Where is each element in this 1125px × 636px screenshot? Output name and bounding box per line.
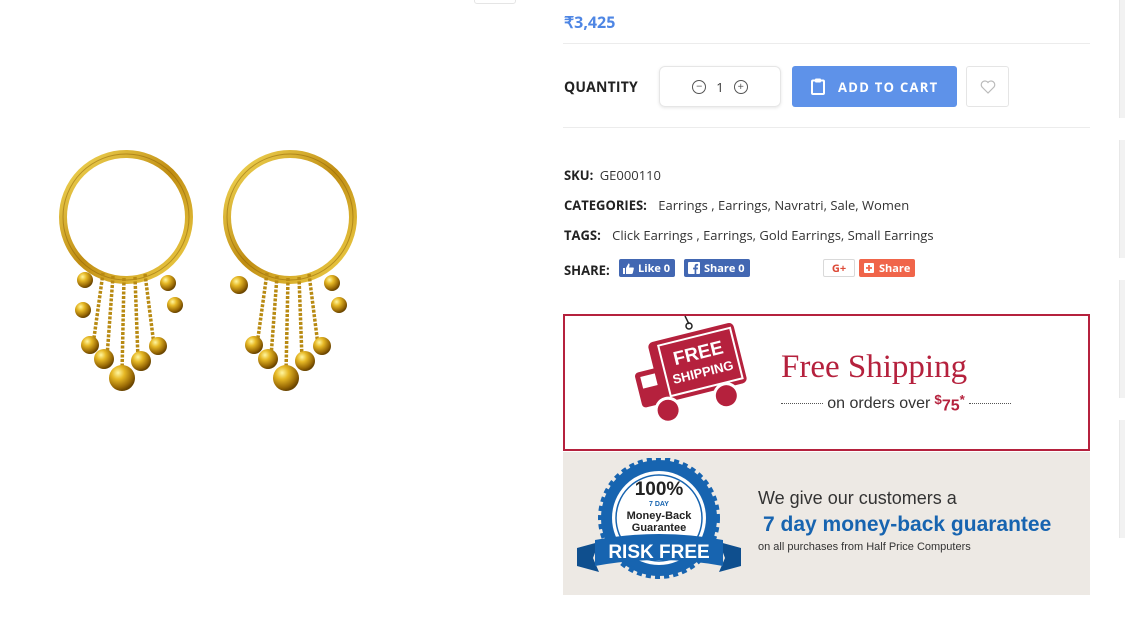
category-link[interactable]: Sale	[830, 196, 855, 214]
tag-link[interactable]: Gold Earrings	[759, 226, 840, 244]
badge-days: 7 DAY	[649, 501, 669, 508]
free-shipping-title: Free Shipping	[781, 349, 968, 385]
tag-link[interactable]: Small Earrings	[848, 226, 934, 244]
google-share-label: Share	[879, 260, 911, 276]
currency-symbol: $	[934, 392, 942, 407]
wishlist-button[interactable]	[966, 66, 1009, 107]
plus-icon[interactable]: +	[733, 79, 748, 94]
guarantee-line1: We give our customers a	[758, 488, 957, 508]
divider	[563, 127, 1090, 128]
guarantee-line3: on all purchases from Half Price Compute…	[758, 541, 971, 553]
add-to-cart-button[interactable]: ADD TO CART	[792, 66, 957, 107]
facebook-like-button[interactable]: Like 0	[619, 259, 676, 277]
facebook-like-label: Like 0	[638, 260, 671, 276]
minus-icon[interactable]: −	[692, 79, 707, 94]
google-plus-button[interactable]: G+	[823, 259, 855, 277]
tags-label: TAGS:	[564, 226, 601, 244]
free-shipping-prefix: on orders over	[827, 394, 931, 412]
google-plus-label: G+	[831, 260, 847, 276]
product-price: ₹3,425	[564, 11, 616, 33]
facebook-share-button[interactable]: Share 0	[684, 259, 750, 277]
badge-percent: 100%	[635, 479, 684, 500]
guarantee-badge: 100% 7 DAY Money-Back Guarantee RISK FRE…	[577, 458, 741, 579]
categories-label: CATEGORIES:	[564, 196, 647, 214]
sku-row: SKU: GE000110	[564, 166, 661, 184]
add-to-cart-label: ADD TO CART	[838, 77, 939, 96]
sidebar-edge	[1119, 420, 1125, 538]
heart-icon	[980, 79, 995, 94]
share-label: SHARE:	[564, 261, 610, 279]
sku-value: GE000110	[599, 166, 661, 184]
divider	[563, 43, 1090, 44]
facebook-icon	[688, 262, 700, 274]
google-share-icon	[864, 263, 874, 273]
product-image[interactable]	[55, 145, 360, 400]
category-link[interactable]: Earrings	[718, 196, 768, 214]
sidebar-edge	[1119, 140, 1125, 258]
category-link[interactable]: Women	[862, 196, 909, 214]
free-shipping-banner[interactable]: FREE SHIPPING Free Shipping on orders ov…	[563, 314, 1090, 451]
facebook-share-label: Share 0	[704, 260, 745, 276]
badge-ribbon: RISK FREE	[608, 542, 709, 563]
tags-row: TAGS: Click Earrings , Earrings, Gold Ea…	[564, 226, 934, 244]
categories-row: CATEGORIES: Earrings , Earrings, Navratr…	[564, 196, 910, 214]
guarantee-line2: 7 day money-back guarantee	[763, 513, 1052, 536]
shipping-threshold: 75	[941, 397, 960, 415]
truck-icon: FREE SHIPPING	[635, 315, 747, 424]
google-share-button[interactable]: Share	[859, 259, 915, 277]
thumbs-up-icon	[623, 263, 634, 274]
sidebar-edge	[1119, 280, 1125, 398]
category-link[interactable]: Navratri	[774, 196, 823, 214]
quantity-stepper[interactable]: − 1 +	[659, 66, 781, 107]
badge-line1: Money-Back	[627, 510, 693, 522]
gallery-zoom-button[interactable]	[474, 0, 516, 4]
asterisk: *	[959, 392, 965, 407]
free-shipping-subtitle: on orders over $75*	[781, 392, 1012, 415]
badge-line2: Guarantee	[632, 522, 686, 534]
share-row: SHARE:	[564, 261, 613, 279]
quantity-label: QUANTITY	[564, 78, 638, 97]
tag-link[interactable]: Earrings	[703, 226, 753, 244]
sku-label: SKU:	[564, 166, 594, 184]
sidebar-edge	[1119, 0, 1125, 118]
clipboard-icon	[811, 78, 825, 95]
quantity-value[interactable]: 1	[716, 78, 723, 96]
tag-link[interactable]: Click Earrings	[612, 226, 693, 244]
money-back-banner[interactable]: 100% 7 DAY Money-Back Guarantee RISK FRE…	[563, 452, 1090, 595]
category-link[interactable]: Earrings	[658, 196, 708, 214]
